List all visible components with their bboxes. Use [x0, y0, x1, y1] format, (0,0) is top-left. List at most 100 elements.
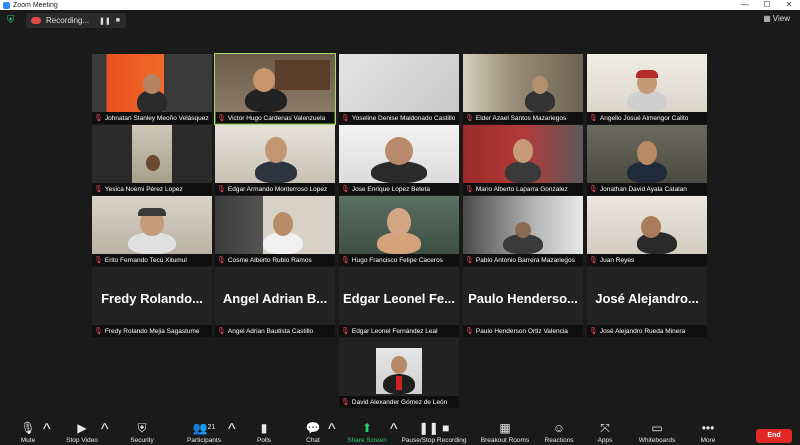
participants-icon: 👥21	[192, 421, 216, 435]
security-label: Security	[130, 437, 154, 444]
muted-mic-icon: 🎙	[341, 186, 350, 193]
participants-count: 21	[207, 424, 216, 431]
video-options-chevron-icon[interactable]: ^	[101, 421, 109, 439]
view-button[interactable]: ▦ View	[763, 14, 790, 23]
participant-tile[interactable]: 🎙 David Alexander Gómez de León	[339, 338, 459, 408]
chat-button[interactable]: 💬 Chat	[300, 421, 326, 444]
participant-tile-video-off[interactable]: Angel Adrian B... 🎙 Angel Adrian Bautista…	[215, 267, 335, 337]
apps-label: Apps	[597, 437, 613, 444]
pause-recording-label: Pause/Stop Recording	[401, 437, 467, 444]
share-options-chevron-icon[interactable]: ^	[390, 421, 398, 439]
recording-indicator: Recording... ❚❚ ■	[26, 13, 126, 28]
participant-name: Hugo Francisco Felipe Caceros	[351, 256, 443, 264]
breakout-rooms-button[interactable]: ▦ Breakout Rooms	[478, 421, 532, 444]
pause-stop-recording-button[interactable]: ❚❚ ■ Pause/Stop Recording	[400, 421, 468, 444]
zoom-app-icon	[3, 1, 10, 9]
participant-tile[interactable]: 🎙 Yesica Noemi Pérez Lopez	[92, 125, 212, 195]
muted-mic-icon: 🎙	[589, 115, 598, 122]
more-label: More	[700, 437, 716, 444]
muted-mic-icon: 🎙	[217, 186, 226, 193]
share-screen-arrow-icon: ⬆	[361, 421, 373, 435]
participant-tile[interactable]: 🎙 Angello Josué Almengor Calito	[587, 54, 707, 124]
share-screen-button[interactable]: ⬆ Share Screen	[344, 421, 390, 444]
participant-tile[interactable]: 🎙 Johnatan Stanley Meoño Velásquez	[92, 54, 212, 124]
participant-tile[interactable]: 🎙 Pablo Antonio Barrera Mazariegos	[463, 196, 583, 266]
pause-recording-icon[interactable]: ❚❚	[99, 17, 111, 25]
muted-mic-icon: 🎙	[465, 328, 474, 335]
participant-tile[interactable]: 🎙 Edgar Armando Monterroso Lopez	[215, 125, 335, 195]
participant-display-name: Angel Adrian B...	[222, 291, 328, 306]
microphone-icon: 🎙	[20, 421, 36, 435]
muted-mic-icon: 🎙	[217, 115, 226, 122]
participants-options-chevron-icon[interactable]: ^	[228, 421, 236, 439]
maximize-button[interactable]: ☐	[756, 0, 778, 10]
participant-video	[92, 125, 212, 183]
close-button[interactable]: ✕	[778, 0, 800, 10]
participant-name: Angello Josué Almengor Calito	[599, 114, 689, 122]
reactions-label: Reactions	[544, 437, 574, 444]
participant-display-name: Paulo Henderso...	[468, 291, 578, 306]
audio-options-chevron-icon[interactable]: ^	[43, 421, 51, 439]
participants-label: Participants	[187, 437, 221, 444]
participant-video	[339, 54, 459, 112]
muted-mic-icon: 🎙	[94, 115, 103, 122]
stop-recording-icon[interactable]: ■	[116, 17, 120, 24]
participant-tile-active-speaker[interactable]: 🎙 Victor Hugo Cardenas Valenzuela	[214, 53, 336, 125]
whiteboards-button[interactable]: ▭ Whiteboards	[634, 421, 680, 444]
grid-view-icon: ▦	[763, 14, 771, 23]
stop-video-button[interactable]: ▶ Stop Video	[62, 421, 102, 444]
participant-tile[interactable]: 🎙 Juan Reyes	[587, 196, 707, 266]
participant-tile[interactable]: 🎙 Jose Enrique Lopez Beteta	[339, 125, 459, 195]
participant-name: Jose Enrique Lopez Beteta	[351, 185, 430, 193]
participant-tile[interactable]: 🎙 Cosme Alberto Rubio Ramos	[215, 196, 335, 266]
whiteboard-icon: ▭	[651, 421, 663, 435]
chat-options-chevron-icon[interactable]: ^	[328, 421, 336, 439]
minimize-button[interactable]: —	[734, 0, 756, 10]
participant-video	[463, 125, 583, 183]
participant-tile[interactable]: 🎙 Jonathan David Ayala Catalan	[587, 125, 707, 195]
participant-name: Victor Hugo Cardenas Valenzuela	[227, 114, 326, 122]
polls-button[interactable]: ▮ Polls	[252, 421, 276, 444]
chat-bubble-icon: 💬	[305, 421, 321, 435]
window-titlebar: Zoom Meeting — ☐ ✕	[0, 0, 800, 10]
participant-name: Pablo Antonio Barrera Mazariegos	[475, 256, 575, 264]
mute-label: Mute	[20, 437, 36, 444]
participant-video	[215, 54, 335, 112]
security-button[interactable]: ⛨ Security	[124, 421, 160, 444]
participant-tile-video-off[interactable]: Edgar Leonel Fe... 🎙 Edgar Leonel Fernánd…	[339, 267, 459, 337]
participant-tile[interactable]: 🎙 Erito Fernando Tecú Xitumul	[92, 196, 212, 266]
participant-video	[463, 196, 583, 254]
end-meeting-button[interactable]: End	[756, 429, 792, 443]
mute-button[interactable]: 🎙 Mute	[14, 421, 42, 444]
participant-tile-video-off[interactable]: José Alejandro... 🎙 José Alejandro Rueda …	[587, 267, 707, 337]
muted-mic-icon: 🎙	[341, 328, 350, 335]
participant-tile-video-off[interactable]: Fredy Rolando... 🎙 Fredy Rolando Mejia Sa…	[92, 267, 212, 337]
reactions-button[interactable]: ☺ Reactions	[541, 421, 577, 444]
participants-button[interactable]: 👥21 Participants	[182, 421, 226, 444]
participant-name: Yesica Noemi Pérez Lopez	[104, 185, 183, 193]
participant-name: Erito Fernando Tecú Xitumul	[104, 256, 187, 264]
participant-tile[interactable]: 🎙 Yoseline Denise Maldonado Castillo	[339, 54, 459, 124]
encryption-shield-icon[interactable]: ⛨	[7, 15, 17, 26]
stop-video-label: Stop Video	[66, 437, 98, 444]
participant-display-name: Fredy Rolando...	[101, 291, 203, 306]
participant-name: Mario Alberto Laparra Gonzalez	[475, 185, 568, 193]
muted-mic-icon: 🎙	[217, 257, 226, 264]
more-button[interactable]: ••• More	[696, 421, 720, 444]
participant-video	[215, 125, 335, 183]
participant-video	[463, 54, 583, 112]
participant-tile[interactable]: 🎙 Hugo Francisco Felipe Caceros	[339, 196, 459, 266]
muted-mic-icon: 🎙	[465, 186, 474, 193]
participant-name: Juan Reyes	[599, 256, 635, 264]
participant-name: Paulo Henderson Ortiz Valencia	[475, 327, 568, 335]
apps-button[interactable]: ⤧ Apps	[593, 421, 617, 444]
participant-display-name: José Alejandro...	[595, 291, 699, 306]
participant-tile[interactable]: 🎙 Mario Alberto Laparra Gonzalez	[463, 125, 583, 195]
breakout-label: Breakout Rooms	[480, 437, 530, 444]
participant-tile-video-off[interactable]: Paulo Henderso... 🎙 Paulo Henderson Ortiz…	[463, 267, 583, 337]
participant-tile[interactable]: 🎙 Elder Azael Santos Mazariegos	[463, 54, 583, 124]
recording-label: Recording...	[46, 16, 90, 25]
muted-mic-icon: 🎙	[589, 328, 598, 335]
participant-name: Cosme Alberto Rubio Ramos	[227, 256, 312, 264]
muted-mic-icon: 🎙	[217, 328, 226, 335]
